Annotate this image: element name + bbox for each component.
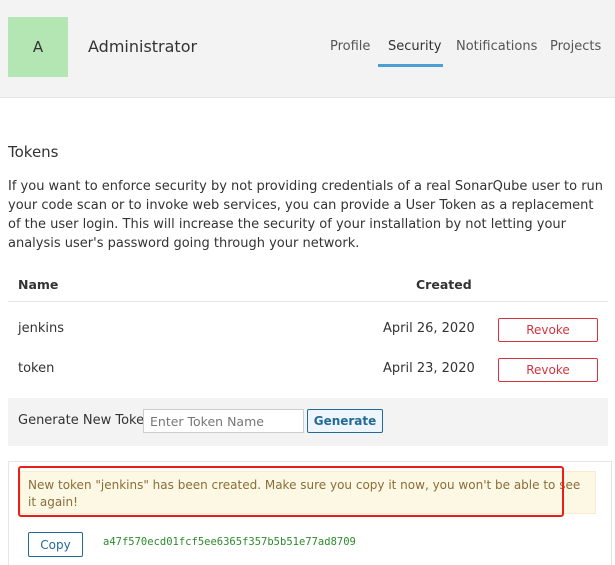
revoke-button[interactable]: Revoke bbox=[498, 358, 598, 382]
token-value: a47f570ecd01fcf5ee6365f357b5b51e77ad8709 bbox=[103, 536, 356, 548]
generate-button[interactable]: Generate bbox=[307, 409, 383, 433]
column-header-name: Name bbox=[18, 277, 59, 292]
account-header: A Administrator Profile Security Notific… bbox=[0, 0, 615, 98]
revoke-button[interactable]: Revoke bbox=[498, 318, 598, 342]
token-created-message: New token "jenkins" has been created. Ma… bbox=[28, 478, 581, 509]
token-name: token bbox=[18, 361, 55, 376]
tab-projects[interactable]: Projects bbox=[550, 39, 601, 54]
active-tab-indicator bbox=[378, 64, 443, 67]
token-created-date: April 23, 2020 bbox=[383, 361, 475, 376]
table-header-divider bbox=[8, 301, 608, 302]
tab-security[interactable]: Security bbox=[388, 39, 441, 54]
tab-notifications[interactable]: Notifications bbox=[456, 39, 537, 54]
generate-token-label: Generate New Token: bbox=[18, 413, 157, 428]
user-name: Administrator bbox=[88, 37, 198, 56]
token-name: jenkins bbox=[18, 321, 65, 336]
column-header-created: Created bbox=[416, 277, 472, 292]
copy-button[interactable]: Copy bbox=[28, 532, 83, 557]
tokens-description: If you want to enforce security by not p… bbox=[8, 179, 604, 251]
token-created-date: April 26, 2020 bbox=[383, 321, 475, 336]
avatar: A bbox=[8, 17, 68, 77]
token-name-input[interactable] bbox=[143, 409, 304, 433]
tokens-title: Tokens bbox=[8, 143, 59, 161]
tab-profile[interactable]: Profile bbox=[330, 39, 370, 54]
